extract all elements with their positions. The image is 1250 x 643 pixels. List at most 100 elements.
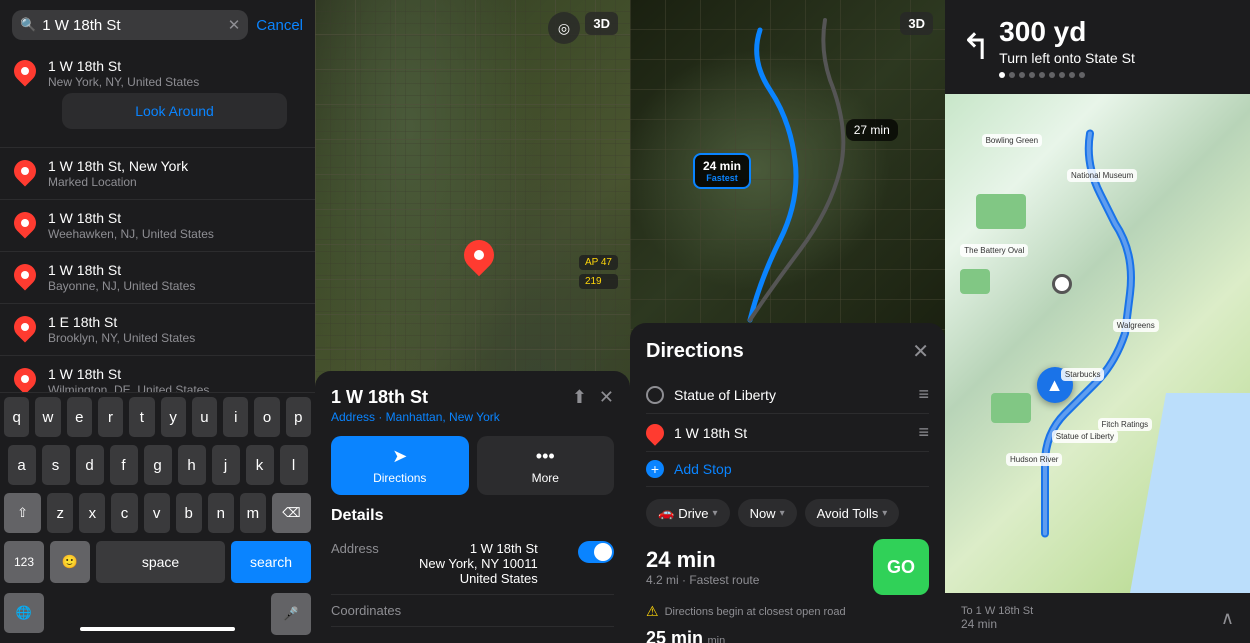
coordinates-label: Coordinates (331, 603, 401, 618)
key-n[interactable]: n (208, 493, 234, 533)
search-button[interactable]: search (231, 541, 311, 583)
key-w[interactable]: w (35, 397, 60, 437)
time-chevron: ▾ (780, 508, 785, 519)
location-actions: ➤ Directions ••• More (331, 436, 614, 495)
key-t[interactable]: t (129, 397, 154, 437)
pin-icon (9, 155, 40, 186)
poi-label-8: Statue of Liberty (1052, 430, 1118, 443)
time-option[interactable]: Now ▾ (738, 499, 797, 527)
more-button[interactable]: ••• More (477, 436, 615, 495)
key-s[interactable]: s (42, 445, 70, 485)
list-item[interactable]: 1 W 18th St New York, NY, United States … (0, 48, 315, 148)
key-123[interactable]: 123 (4, 541, 44, 583)
key-y[interactable]: y (161, 397, 186, 437)
reorder-icon-2[interactable]: ≡ (918, 422, 929, 443)
list-item[interactable]: 1 W 18th St Weehawken, NJ, United States (0, 200, 315, 252)
result-title: 1 W 18th St (48, 366, 301, 382)
key-microphone[interactable]: 🎤 (271, 593, 311, 635)
pin-icon (9, 363, 40, 392)
key-o[interactable]: o (254, 397, 279, 437)
add-stop-icon: + (646, 460, 664, 478)
list-item[interactable]: 1 W 18th St Wilmington, DE, United State… (0, 356, 315, 392)
waypoint-to[interactable]: 1 W 18th St (674, 425, 908, 441)
directions-header: Directions ✕ (646, 339, 929, 364)
directions-button[interactable]: ➤ Directions (331, 436, 469, 495)
key-globe[interactable]: 🌐 (4, 593, 44, 633)
address-value: 1 W 18th St New York, NY 10011 United St… (419, 541, 538, 586)
location-button[interactable]: ◎ (548, 12, 580, 44)
add-stop-row[interactable]: + Add Stop (646, 452, 929, 487)
key-emoji[interactable]: 🙂 (50, 541, 90, 583)
dir-3d-toggle[interactable]: 3D (900, 12, 933, 35)
waypoint-from[interactable]: Statue of Liberty (674, 387, 908, 403)
key-q[interactable]: q (4, 397, 29, 437)
key-h[interactable]: h (178, 445, 206, 485)
map-pin[interactable] (464, 240, 494, 270)
key-a[interactable]: a (8, 445, 36, 485)
address-toggle[interactable] (578, 541, 614, 563)
result-subtitle: Brooklyn, NY, United States (48, 331, 301, 345)
close-icon[interactable]: ✕ (599, 387, 614, 408)
key-i[interactable]: i (223, 397, 248, 437)
key-l[interactable]: l (280, 445, 308, 485)
address-label: Address (331, 541, 379, 556)
search-results: 1 W 18th St New York, NY, United States … (0, 48, 315, 392)
location-details-panel: 1 W 18th St Address · Manhattan, New Yor… (315, 371, 630, 643)
go-button[interactable]: GO (873, 539, 929, 595)
key-u[interactable]: u (192, 397, 217, 437)
more-label: More (532, 471, 559, 485)
key-c[interactable]: c (111, 493, 137, 533)
key-delete[interactable]: ⌫ (272, 493, 311, 533)
add-stop-label[interactable]: Add Stop (674, 461, 929, 477)
avoid-tolls-option[interactable]: Avoid Tolls ▾ (805, 499, 900, 527)
nav-eta: 24 min (961, 617, 1033, 631)
poi-label-1: Bowling Green (982, 134, 1042, 147)
key-space[interactable]: space (96, 541, 225, 583)
alt-time-info: min (707, 635, 725, 643)
nav-dots (999, 72, 1135, 78)
details-section: Details Address 1 W 18th St New York, NY… (331, 507, 614, 627)
waypoints: Statue of Liberty ≡ 1 W 18th St ≡ + Add … (646, 376, 929, 487)
search-panel: 🔍 1 W 18th St ✕ Cancel 1 W 18th St New Y… (0, 0, 315, 643)
key-shift[interactable]: ⇧ (4, 493, 41, 533)
key-m[interactable]: m (240, 493, 266, 533)
search-input[interactable]: 1 W 18th St (42, 17, 222, 34)
main-time: 24 min (646, 547, 759, 573)
key-r[interactable]: r (98, 397, 123, 437)
share-icon[interactable]: ⬆ (572, 387, 587, 408)
look-around-button[interactable]: Look Around (62, 93, 287, 129)
key-k[interactable]: k (246, 445, 274, 485)
expand-button[interactable]: ∧ (1221, 608, 1234, 629)
nav-header: ↰ 300 yd Turn left onto State St (945, 0, 1250, 94)
key-j[interactable]: j (212, 445, 240, 485)
tolls-chevron: ▾ (882, 508, 887, 519)
list-item[interactable]: 1 E 18th St Brooklyn, NY, United States (0, 304, 315, 356)
3d-toggle[interactable]: 3D (585, 12, 618, 35)
list-item[interactable]: 1 W 18th St, New York Marked Location (0, 148, 315, 200)
result-subtitle: Marked Location (48, 175, 301, 189)
key-e[interactable]: e (67, 397, 92, 437)
key-f[interactable]: f (110, 445, 138, 485)
slower-route-badge: 27 min (846, 119, 898, 141)
search-bar[interactable]: 🔍 1 W 18th St ✕ (12, 10, 248, 40)
key-d[interactable]: d (76, 445, 104, 485)
key-p[interactable]: p (286, 397, 311, 437)
key-z[interactable]: z (47, 493, 73, 533)
car-icon: 🚗 (658, 505, 674, 521)
directions-close[interactable]: ✕ (912, 339, 929, 364)
directions-warning: ⚠ Directions begin at closest open road (646, 603, 929, 620)
indicator-ap: AP 47 (579, 255, 618, 270)
reorder-icon[interactable]: ≡ (918, 384, 929, 405)
poi-label-2: National Museum (1067, 169, 1137, 182)
cancel-button[interactable]: Cancel (256, 17, 303, 34)
list-item[interactable]: 1 W 18th St Bayonne, NJ, United States (0, 252, 315, 304)
clear-icon[interactable]: ✕ (228, 16, 241, 34)
nav-map-background: ▲ Bowling Green National Museum The Batt… (945, 94, 1250, 593)
avoid-tolls-label: Avoid Tolls (817, 506, 879, 521)
key-x[interactable]: x (79, 493, 105, 533)
key-g[interactable]: g (144, 445, 172, 485)
key-b[interactable]: b (176, 493, 202, 533)
key-v[interactable]: v (144, 493, 170, 533)
destination-icon (642, 420, 667, 445)
drive-option[interactable]: 🚗 Drive ▾ (646, 499, 730, 527)
